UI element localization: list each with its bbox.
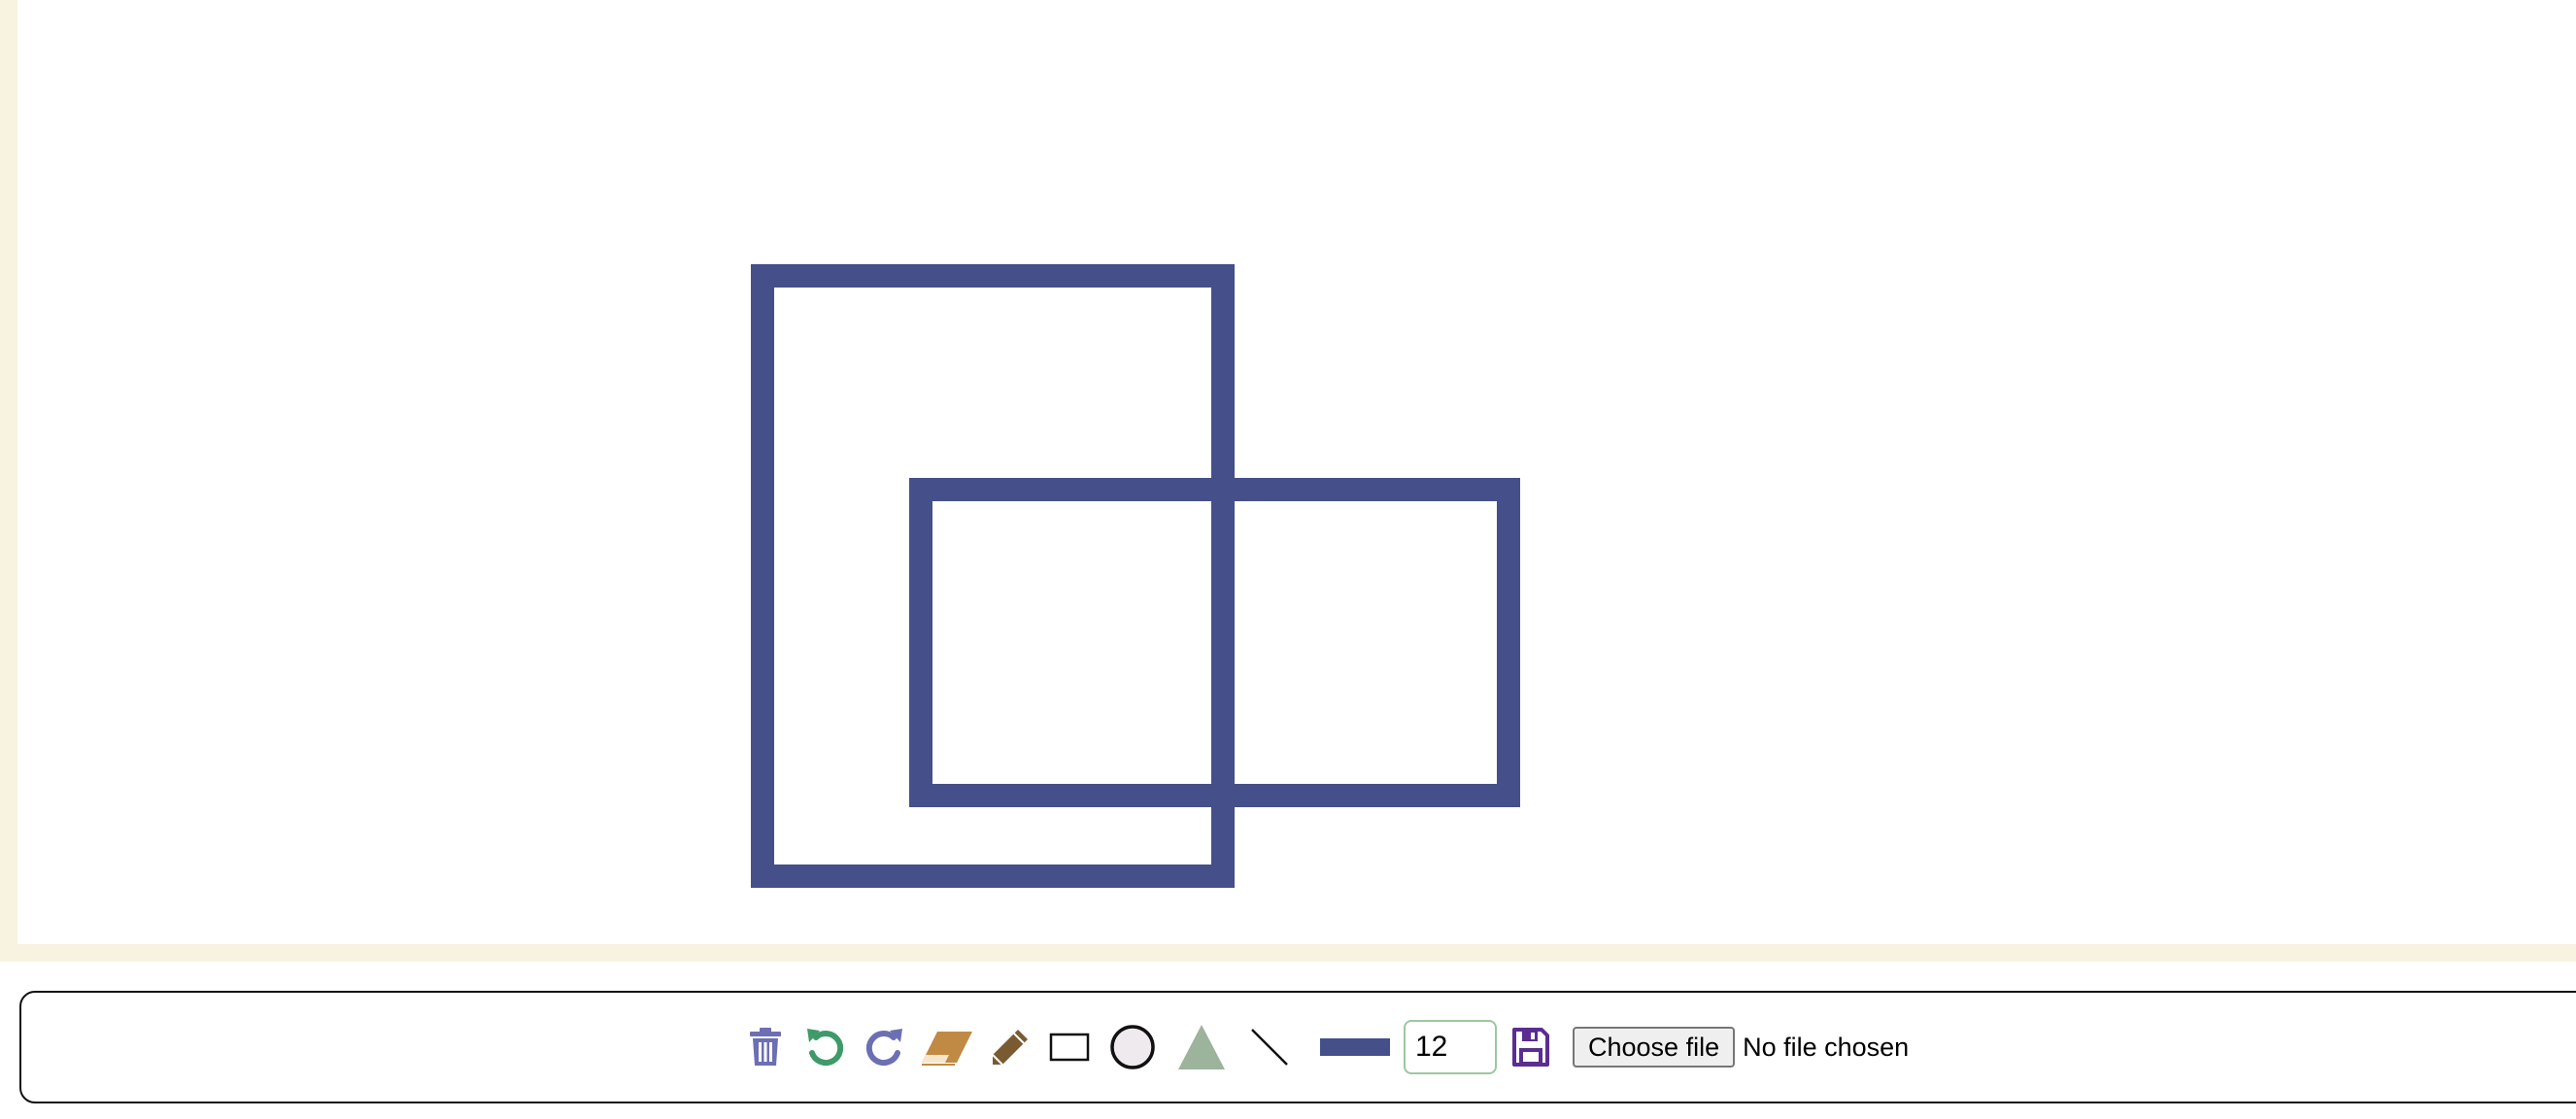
clear-button[interactable] (745, 1027, 786, 1068)
line-tool-icon (1251, 1029, 1288, 1066)
circle-tool-icon (1110, 1025, 1155, 1069)
eraser-icon (922, 1032, 972, 1066)
file-input: Choose file No file chosen (1573, 1027, 1909, 1068)
eraser-button[interactable] (920, 1028, 974, 1067)
triangle-tool-button[interactable] (1176, 1023, 1227, 1071)
canvas-svg (751, 264, 1520, 888)
pencil-icon (992, 1030, 1028, 1066)
line-tool-button[interactable] (1248, 1027, 1291, 1068)
pencil-button[interactable] (988, 1026, 1033, 1068)
toolbar: Choose file No file chosen (19, 991, 2576, 1103)
rectangle-tool-button[interactable] (1048, 1033, 1091, 1062)
circle-tool-button[interactable] (1108, 1024, 1157, 1070)
undo-icon (807, 1029, 844, 1067)
paint-app: Choose file No file chosen (0, 0, 2576, 1119)
rectangle-tool-icon (1049, 1033, 1090, 1062)
undo-button[interactable] (803, 1026, 848, 1068)
stroke-color-swatch[interactable] (1320, 1038, 1390, 1056)
toolbar-controls: Choose file No file chosen (745, 993, 1909, 1102)
canvas-frame (0, 0, 2576, 962)
save-button[interactable] (1510, 1027, 1551, 1068)
choose-file-button[interactable]: Choose file (1573, 1027, 1736, 1068)
floppy-disk-icon (1512, 1028, 1549, 1067)
triangle-tool-icon (1178, 1025, 1225, 1069)
stroke-size-input[interactable] (1404, 1020, 1497, 1074)
redo-icon (865, 1029, 902, 1067)
trash-icon (750, 1028, 781, 1066)
redo-button[interactable] (862, 1026, 906, 1068)
drawing-canvas[interactable] (17, 0, 2576, 944)
file-status-text: No file chosen (1743, 1032, 1910, 1062)
